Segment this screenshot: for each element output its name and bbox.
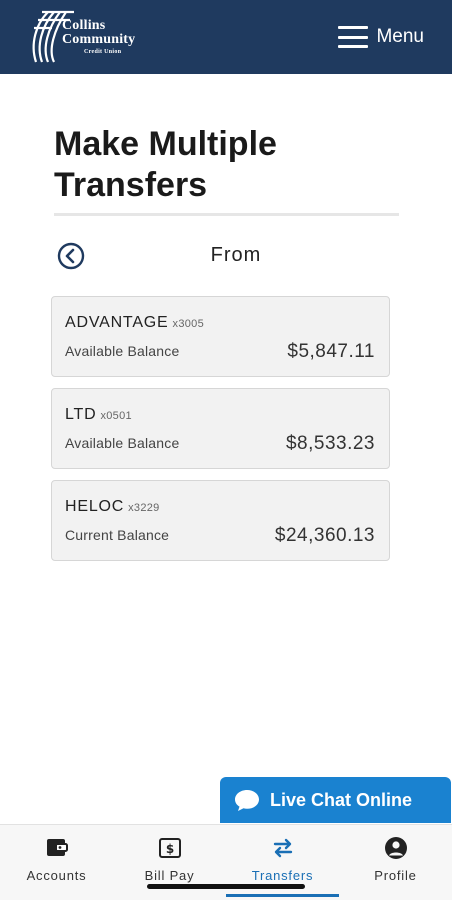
live-chat-button[interactable]: Live Chat Online	[220, 777, 451, 823]
logo-text: Collins Community Credit Union	[62, 18, 136, 56]
dollar-bill-icon: $	[158, 838, 181, 858]
profile-icon	[384, 837, 407, 859]
tab-label: Transfers	[251, 868, 314, 883]
hamburger-icon	[338, 26, 369, 48]
page-title: Make Multiple Transfers	[54, 125, 277, 204]
logo-line-2: Community	[62, 32, 136, 47]
live-chat-label: Live Chat Online	[270, 789, 413, 810]
logo-line-3: Credit Union	[84, 49, 122, 55]
balance-value: $5,847.11	[287, 341, 375, 362]
account-name: ADVANTAGE x3005	[65, 314, 204, 331]
step-label: From	[210, 244, 262, 266]
menu-label: Menu	[376, 26, 424, 47]
app-header: Collins Community Credit Union Menu	[0, 0, 452, 74]
tab-label: Bill Pay	[144, 868, 195, 883]
collins-logo[interactable]: Collins Community Credit Union	[28, 10, 135, 64]
logo-line-1: Collins	[62, 18, 106, 33]
transfer-arrows-icon	[273, 838, 292, 858]
account-card-ltd[interactable]: LTD x0501 Available Balance $8,533.23	[51, 388, 390, 469]
tab-label: Accounts	[26, 868, 87, 883]
home-indicator	[147, 884, 305, 889]
menu-button[interactable]: Menu	[338, 26, 424, 48]
balance-label: Available Balance	[65, 343, 180, 359]
title-divider	[54, 213, 399, 216]
svg-text:$: $	[165, 842, 173, 856]
balance-label: Current Balance	[65, 527, 170, 543]
account-number: x3229	[128, 502, 160, 514]
wallet-icon	[46, 839, 68, 856]
balance-value: $24,360.13	[274, 525, 375, 546]
chat-bubble-icon	[235, 790, 259, 811]
account-number: x3005	[172, 318, 204, 330]
balance-label: Available Balance	[65, 435, 180, 451]
account-name: LTD x0501	[65, 406, 132, 423]
balance-value: $8,533.23	[285, 433, 375, 454]
account-number: x0501	[100, 410, 132, 422]
chevron-left-circle-icon[interactable]	[57, 242, 85, 270]
tab-label: Profile	[374, 868, 417, 883]
account-card-advantage[interactable]: ADVANTAGE x3005 Available Balance $5,847.…	[51, 296, 390, 377]
tab-accounts[interactable]: Accounts	[0, 825, 113, 900]
account-name: HELOC x3229	[65, 498, 160, 515]
tab-profile[interactable]: Profile	[339, 825, 452, 900]
account-card-heloc[interactable]: HELOC x3229 Current Balance $24,360.13	[51, 480, 390, 561]
